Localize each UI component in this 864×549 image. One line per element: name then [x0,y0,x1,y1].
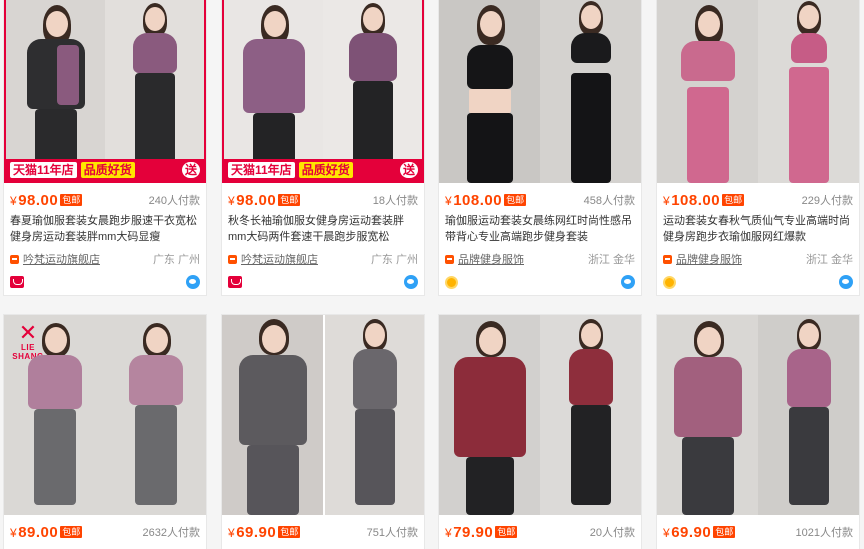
product-image[interactable] [222,315,424,515]
price: ¥89.00 [10,523,59,541]
gift-badge: 送 [181,162,200,178]
free-shipping-badge: 包邮 [504,194,527,206]
location: 浙江 金华 [587,254,635,266]
model-photo-right [105,0,204,181]
sales-count: 229人付款 [801,195,853,207]
price: ¥69.90 [663,523,712,541]
model-photo-right [758,0,859,183]
model-photo-right [758,315,859,515]
sales-count: 20人付款 [589,527,635,539]
product-image[interactable] [439,0,641,183]
gift-badge: 送 [399,162,418,178]
tmall-years-badge: 天猫11年店 [228,162,295,178]
location: 浙江 金华 [805,254,853,266]
product-info: ¥89.00 包邮 2632人付款 [4,521,206,543]
sales-count: 751人付款 [366,527,418,539]
model-photo-left [657,315,758,515]
product-info: ¥79.90 包邮 20人付款 [439,521,641,543]
shop-icon [445,254,454,264]
sales-count: 458人付款 [583,195,635,207]
sales-count: 18人付款 [372,195,418,207]
shop-link[interactable]: 品牌健身服饰 [676,251,742,267]
price: ¥79.90 [445,523,494,541]
model-photo-left [4,315,105,515]
tmall-icon[interactable] [228,276,242,288]
location: 广东 广州 [152,254,200,266]
product-title[interactable]: 运动套装女春秋气质仙气专业高端时尚健身房跑步衣瑜伽服网红爆款 [663,213,853,245]
free-shipping-badge: 包邮 [60,526,83,538]
tmall-years-badge: 天猫11年店 [10,162,77,178]
shop-link[interactable]: 吟梵运动旗舰店 [241,251,318,267]
free-shipping-badge: 包邮 [713,526,736,538]
sales-count: 240人付款 [148,195,200,207]
promo-banner: 天猫11年店 品质好货 送 [6,159,204,181]
shop-link[interactable]: 品牌健身服饰 [458,251,524,267]
promo-banner: 天猫11年店 品质好货 送 [224,159,422,181]
free-shipping-badge: 包邮 [495,526,518,538]
product-image[interactable] [657,315,859,515]
product-image[interactable]: 天猫11年店 品质好货 送 [222,0,424,183]
free-shipping-badge: 包邮 [722,194,745,206]
product-image[interactable]: 天猫11年店 品质好货 送 [4,0,206,183]
model-photo-right [540,0,641,183]
price: ¥69.90 [228,523,277,541]
product-info: ¥108.00 包邮 229人付款 运动套装女春秋气质仙气专业高端时尚健身房跑步… [657,189,859,292]
gold-medal-icon[interactable] [445,275,458,289]
product-image[interactable] [439,315,641,515]
model-photo-left [222,315,323,515]
product-info: ¥69.90 包邮 1021人付款 [657,521,859,543]
wangwang-chat-icon[interactable] [404,275,418,289]
product-image[interactable] [657,0,859,183]
model-photo-left [657,0,758,183]
model-photo-left [439,0,540,183]
product-card[interactable]: ¥79.90 包邮 20人付款 [438,314,642,549]
quality-badge: 品质好货 [298,162,353,178]
product-image[interactable]: ✕ LIE SHANG [4,315,206,515]
price: ¥98.00 [10,191,59,209]
product-card[interactable]: ✕ LIE SHANG ¥89.00 包邮 2632人付款 [3,314,207,549]
location: 广东 广州 [370,254,418,266]
quality-badge: 品质好货 [80,162,135,178]
product-info: ¥69.90 包邮 751人付款 [222,521,424,543]
product-card[interactable]: ¥69.90 包邮 751人付款 [221,314,425,549]
product-card[interactable]: 天猫11年店 品质好货 送 ¥98.00 包邮 18人付款 秋冬长袖瑜伽服女健身… [221,0,425,296]
sales-count: 2632人付款 [142,527,200,539]
shop-icon [10,254,19,264]
price: ¥108.00 [445,191,503,209]
model-photo-left [224,0,323,181]
sales-count: 1021人付款 [795,527,853,539]
product-info: ¥108.00 包邮 458人付款 瑜伽服运动套装女晨练网红时尚性感吊带背心专业… [439,189,641,292]
product-card[interactable]: 天猫11年店 品质好货 送 ¥98.00 包邮 240人付款 春夏瑜伽服套装女晨… [3,0,207,296]
shop-link[interactable]: 吟梵运动旗舰店 [23,251,100,267]
product-title[interactable]: 秋冬长袖瑜伽服女健身房运动套装胖mm大码两件套速干晨跑步服宽松 [228,213,418,245]
product-card[interactable]: ¥69.90 包邮 1021人付款 [656,314,860,549]
price: ¥98.00 [228,191,277,209]
price: ¥108.00 [663,191,721,209]
tmall-icon[interactable] [10,276,24,288]
product-info: ¥98.00 包邮 18人付款 秋冬长袖瑜伽服女健身房运动套装胖mm大码两件套速… [222,189,424,292]
shop-icon [663,254,672,264]
free-shipping-badge: 包邮 [60,194,83,206]
product-title[interactable]: 瑜伽服运动套装女晨练网红时尚性感吊带背心专业高端跑步健身套装 [445,213,635,245]
product-card[interactable]: ¥108.00 包邮 458人付款 瑜伽服运动套装女晨练网红时尚性感吊带背心专业… [438,0,642,296]
product-info: ¥98.00 包邮 240人付款 春夏瑜伽服套装女晨跑步服速干衣宽松健身房运动套… [4,189,206,292]
product-title[interactable]: 春夏瑜伽服套装女晨跑步服速干衣宽松健身房运动套装胖mm大码显瘦 [10,213,200,245]
product-card[interactable]: ¥108.00 包邮 229人付款 运动套装女春秋气质仙气专业高端时尚健身房跑步… [656,0,860,296]
model-photo-right [323,0,422,181]
model-photo-left [6,0,105,181]
model-photo-left [439,315,540,515]
shop-icon [228,254,237,264]
model-photo-right [105,315,206,515]
model-photo-right [540,315,641,515]
gold-medal-icon[interactable] [663,275,676,289]
free-shipping-badge: 包邮 [278,194,301,206]
wangwang-chat-icon[interactable] [186,275,200,289]
model-photo-right [323,315,424,515]
wangwang-chat-icon[interactable] [839,275,853,289]
wangwang-chat-icon[interactable] [621,275,635,289]
product-grid: 天猫11年店 品质好货 送 ¥98.00 包邮 240人付款 春夏瑜伽服套装女晨… [0,0,864,549]
free-shipping-badge: 包邮 [278,526,301,538]
